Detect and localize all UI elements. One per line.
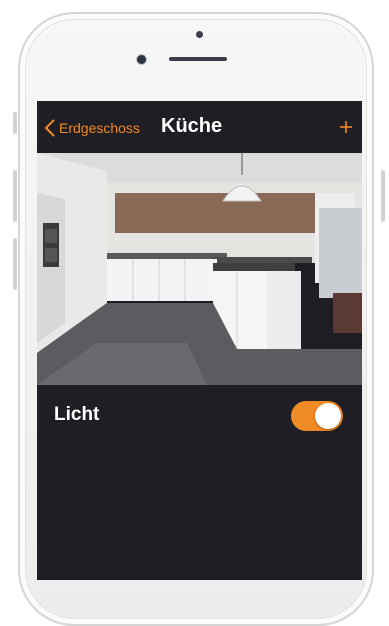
room-photo <box>37 153 362 385</box>
control-row-licht: Licht <box>37 385 362 445</box>
navigation-bar: Erdgeschoss Küche <box>37 101 362 153</box>
power-button <box>381 170 385 222</box>
back-button[interactable]: Erdgeschoss <box>43 118 140 138</box>
earpiece-speaker <box>169 57 227 61</box>
back-label: Erdgeschoss <box>59 120 140 136</box>
licht-toggle[interactable] <box>291 401 343 431</box>
mute-switch <box>13 112 17 134</box>
volume-down-button <box>13 238 17 290</box>
volume-up-button <box>13 170 17 222</box>
page-title: Küche <box>161 115 223 137</box>
empty-area <box>37 445 362 580</box>
front-camera <box>137 55 146 64</box>
plus-icon[interactable] <box>338 119 354 135</box>
control-label: Licht <box>54 404 100 425</box>
toggle-knob <box>315 403 341 429</box>
app-screen: Erdgeschoss Küche Licht <box>37 101 362 580</box>
chevron-left-icon <box>44 119 55 137</box>
proximity-sensor <box>196 31 203 38</box>
